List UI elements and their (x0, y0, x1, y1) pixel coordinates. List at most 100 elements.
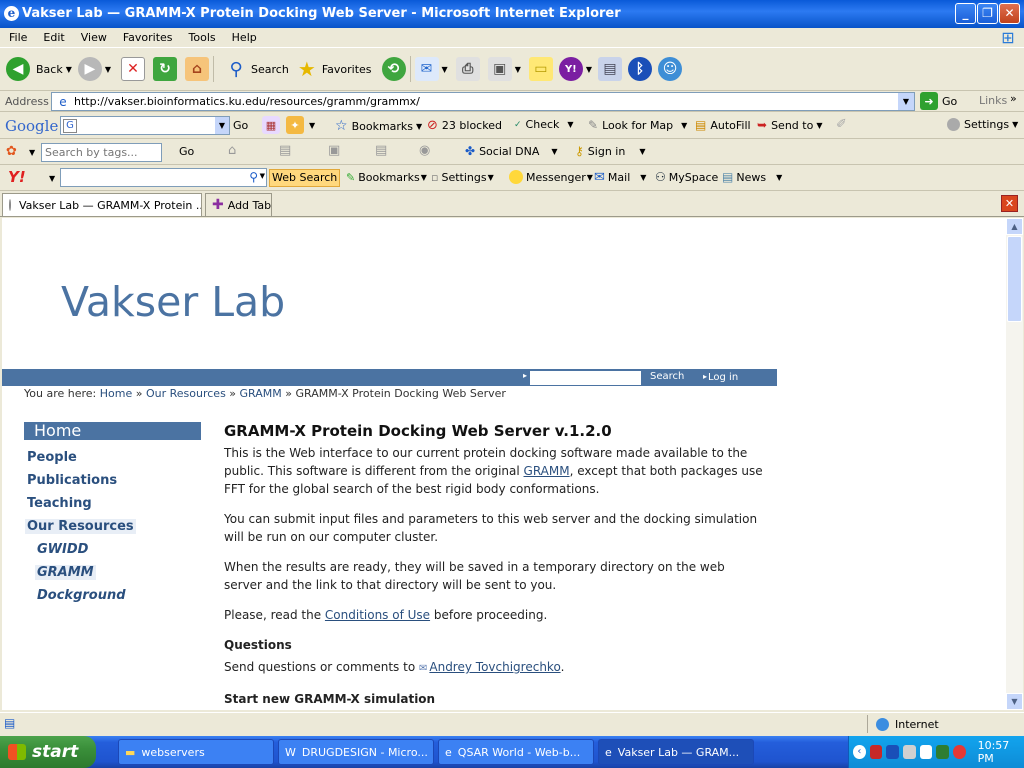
chevron-down-icon[interactable]: ▼ (49, 174, 55, 183)
edit-icon[interactable]: ▣ (487, 57, 512, 81)
network-icon[interactable] (902, 745, 916, 759)
alien-icon[interactable]: ◉ (419, 143, 430, 158)
yahoo-search-input[interactable]: ⚲ ▼ (60, 168, 267, 187)
news-button[interactable]: ▤ News ▼ (722, 170, 782, 184)
menu-file[interactable]: File (9, 31, 27, 44)
restore-button[interactable]: ❐ (977, 3, 998, 24)
sidebar-item-dockground[interactable]: Dockground (37, 588, 126, 603)
links-label[interactable]: Links (979, 94, 1007, 107)
messenger-icon[interactable]: ☺ (658, 57, 682, 81)
address-url[interactable]: http://vakser.bioinformatics.ku.edu/reso… (74, 95, 420, 108)
sidebar-item-people[interactable]: People (27, 450, 77, 465)
yahoo-settings-button[interactable]: ▫ Settings ▼ (431, 171, 494, 184)
favorites-button[interactable]: ★ Favorites (295, 57, 372, 81)
bluetooth-icon[interactable] (886, 745, 899, 759)
login-link[interactable]: Log in (708, 372, 738, 383)
site-search-input[interactable] (530, 371, 641, 385)
task-drugdesign[interactable]: W DRUGDESIGN - Micro... (278, 739, 434, 765)
chevron-down-icon[interactable]: ▼ (260, 172, 265, 180)
chevron-down-icon[interactable]: ▼ (29, 148, 35, 157)
research-icon[interactable]: ▤ (598, 57, 622, 81)
popup-blocker-button[interactable]: ⊘ 23 blocked (427, 118, 502, 133)
chevron-down-icon[interactable]: ▼ (586, 65, 592, 74)
home-icon[interactable]: ⌂ (185, 57, 210, 81)
start-button[interactable]: start (0, 736, 96, 768)
search-icon[interactable]: ⚲ (249, 170, 258, 184)
minimize-button[interactable]: _ (955, 3, 976, 24)
address-input[interactable]: e http://vakser.bioinformatics.ku.edu/re… (51, 92, 915, 111)
web-search-button[interactable]: Web Search (269, 169, 341, 187)
tag-logo-icon[interactable]: ✿ (6, 144, 17, 159)
look-for-map-button[interactable]: ✎ Look for Map ▼ (588, 118, 687, 132)
task-webservers[interactable]: ▬ webservers (118, 739, 274, 765)
pagerank-icon[interactable]: ▦ (262, 116, 280, 134)
menu-help[interactable]: Help (232, 31, 257, 44)
scroll-up-button[interactable]: ▲ (1006, 218, 1023, 235)
sidebar-item-our-resources[interactable]: Our Resources (25, 519, 136, 534)
chevron-down-icon[interactable]: ▼ (898, 93, 914, 110)
site-search-button[interactable]: Search (650, 371, 684, 382)
mail-button[interactable]: ✉ Mail ▼ (594, 170, 646, 185)
sidebar-home[interactable]: Home (24, 422, 201, 440)
tools-icon[interactable]: ✦ (286, 116, 304, 134)
chevron-down-icon[interactable]: ▼ (515, 65, 521, 74)
spell-check-button[interactable]: ✓ Check ▼ (514, 118, 574, 131)
chevron-left-icon[interactable]: ‹ (853, 745, 866, 759)
myspace-button[interactable]: ⚇ MySpace (655, 170, 718, 184)
refresh-icon[interactable]: ↻ (153, 57, 178, 81)
mail-icon[interactable]: ✉ (414, 57, 439, 81)
google-search-input[interactable]: G ▼ (60, 116, 230, 135)
conditions-link[interactable]: Conditions of Use (325, 608, 430, 622)
vertical-scrollbar[interactable]: ▲ ▼ (1006, 218, 1023, 710)
chevron-down-icon[interactable]: ▼ (66, 65, 72, 74)
display-icon[interactable] (919, 745, 933, 759)
stop-icon[interactable]: ✕ (121, 57, 146, 81)
google-go-button[interactable]: Go (233, 119, 248, 132)
task-qsar-world[interactable]: e QSAR World - Web-b... (438, 739, 594, 765)
send-to-button[interactable]: ➥ Send to ▼ (757, 118, 822, 132)
screen-icon[interactable]: ▣ (328, 143, 340, 158)
sidebar-item-publications[interactable]: Publications (27, 473, 117, 488)
autofill-button[interactable]: ▤ AutoFill (695, 118, 751, 132)
doc-icon[interactable]: ▤ (375, 143, 387, 158)
note-icon[interactable]: ▭ (528, 57, 553, 81)
close-button[interactable]: ✕ (999, 3, 1020, 24)
sidebar-item-gramm[interactable]: GRAMM (35, 565, 96, 580)
scroll-thumb[interactable] (1007, 236, 1022, 322)
tag-search-input[interactable] (41, 143, 162, 162)
volume-icon[interactable] (936, 745, 949, 759)
home-icon[interactable]: ⌂ (228, 143, 236, 158)
gramm-link[interactable]: GRAMM (524, 464, 570, 478)
search-button[interactable]: ⚲ Search (224, 57, 288, 81)
print-icon[interactable]: ⎙ (455, 57, 480, 81)
contact-link[interactable]: Andrey Tovchigrechko (429, 660, 560, 674)
menu-view[interactable]: View (81, 31, 107, 44)
close-tab-button[interactable]: ✕ (1001, 195, 1018, 212)
menu-edit[interactable]: Edit (43, 31, 64, 44)
menu-favorites[interactable]: Favorites (123, 31, 173, 44)
task-vakser-lab[interactable]: e Vakser Lab — GRAM... (598, 739, 754, 765)
history-icon[interactable]: ⟲ (381, 57, 406, 81)
google-settings-button[interactable]: Settings ▼ (947, 118, 1018, 131)
update-icon[interactable] (952, 745, 966, 759)
highlighter-icon[interactable]: ✐ (836, 117, 847, 132)
back-button[interactable]: ◀ Back ▼ (6, 57, 72, 81)
yahoo-icon[interactable]: Y! (558, 57, 583, 81)
chevron-down-icon[interactable]: ▼ (215, 117, 229, 134)
menu-tools[interactable]: Tools (189, 31, 216, 44)
breadcrumb-resources[interactable]: Our Resources (146, 387, 226, 400)
yahoo-logo[interactable]: Y! (8, 168, 26, 186)
forward-button[interactable]: ▶ ▼ (77, 57, 111, 81)
yahoo-bookmarks-button[interactable]: ✎ Bookmarks ▼ (346, 171, 427, 184)
chevron-down-icon[interactable]: ▼ (105, 65, 111, 74)
sign-in-button[interactable]: ⚷ Sign in ▼ (575, 144, 645, 158)
page-icon[interactable]: ▤ (279, 143, 291, 158)
tab-active[interactable]: Vakser Lab — GRAMM-X Protein ... (2, 193, 202, 216)
breadcrumb-gramm[interactable]: GRAMM (240, 387, 282, 400)
google-bookmarks-button[interactable]: ☆ Bookmarks ▼ (335, 118, 422, 134)
scroll-down-button[interactable]: ▼ (1006, 693, 1023, 710)
tag-go-button[interactable]: Go (179, 145, 194, 158)
breadcrumb-home[interactable]: Home (100, 387, 132, 400)
sidebar-item-gwidd[interactable]: GWIDD (37, 542, 88, 557)
chevron-down-icon[interactable]: ▼ (442, 65, 448, 74)
